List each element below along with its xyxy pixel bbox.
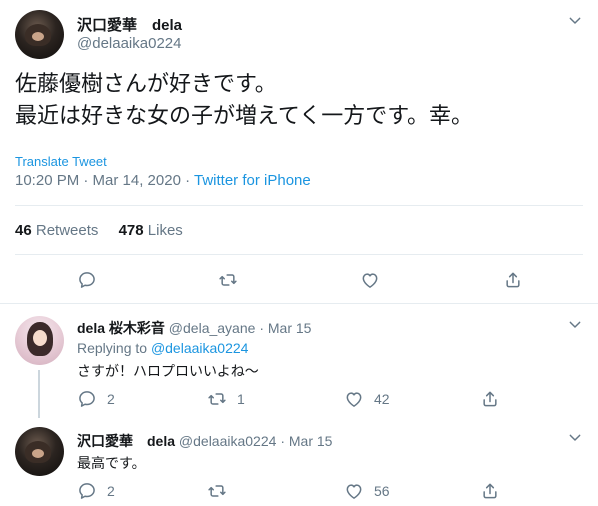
retweets-label: Retweets: [35, 222, 99, 239]
like-icon: [344, 481, 364, 501]
tweet-source[interactable]: Twitter for iPhone: [194, 172, 311, 189]
reply-button[interactable]: 2: [77, 481, 115, 501]
engagement-stats: 46 Retweets 478 Likes: [15, 222, 183, 239]
reply-text: 最高です。: [77, 455, 146, 471]
reply-count: 2: [107, 483, 115, 499]
reply-header: dela 桜木彩音 @dela_ayane · Mar 15: [77, 318, 311, 338]
like-button[interactable]: 56: [344, 481, 390, 501]
share-icon: [480, 481, 500, 501]
share-button[interactable]: [480, 481, 500, 501]
retweet-count: 1: [237, 391, 245, 407]
retweet-icon: [218, 270, 238, 290]
reply-display-name[interactable]: dela 桜木彩音: [77, 320, 165, 336]
meta-separator: ·: [259, 320, 264, 336]
author-display-name[interactable]: 沢口愛華 dela: [77, 14, 182, 35]
share-icon: [503, 270, 523, 290]
reply-avatar[interactable]: [15, 427, 64, 476]
reply-handle[interactable]: @delaaika0224: [179, 433, 277, 449]
meta-separator: ·: [180, 172, 194, 189]
replying-to: Replying to @delaaika0224: [77, 340, 248, 356]
likes-label: Likes: [147, 222, 183, 239]
chevron-down-icon[interactable]: [567, 430, 583, 446]
divider: [15, 254, 583, 255]
reply-icon: [77, 481, 97, 501]
reply-avatar[interactable]: [15, 316, 64, 365]
like-icon: [344, 389, 364, 409]
tweet-timestamp-line: 10:20 PM · Mar 14, 2020 · Twitter for iP…: [15, 172, 311, 189]
divider: [15, 205, 583, 206]
author-avatar[interactable]: [15, 10, 64, 59]
replying-to-handle[interactable]: @delaaika0224: [151, 340, 249, 356]
likes-stat[interactable]: 478 Likes: [119, 222, 183, 239]
reply-handle[interactable]: @dela_ayane: [169, 320, 256, 336]
reply-date[interactable]: Mar 15: [289, 433, 333, 449]
like-icon: [360, 270, 380, 290]
retweet-icon: [207, 481, 227, 501]
share-icon: [480, 389, 500, 409]
reply-icon: [77, 389, 97, 409]
share-button[interactable]: [503, 270, 523, 290]
reply-button[interactable]: 2: [77, 389, 115, 409]
chevron-down-icon[interactable]: [567, 13, 583, 29]
retweet-button[interactable]: [207, 481, 237, 501]
share-button[interactable]: [480, 389, 500, 409]
replying-to-prefix: Replying to: [77, 340, 148, 356]
reply-button[interactable]: [77, 270, 97, 290]
retweets-count: 46: [15, 222, 32, 239]
translate-tweet-link[interactable]: Translate Tweet: [15, 154, 107, 169]
tweet-text-line-1: 佐藤優樹さんが好きです。: [15, 71, 277, 96]
chevron-down-icon[interactable]: [567, 317, 583, 333]
tweet-timestamp[interactable]: 10:20 PM · Mar 14, 2020: [15, 172, 181, 189]
reply-text: さすが！ハロプロいいよね〜: [77, 363, 259, 379]
retweet-icon: [207, 389, 227, 409]
retweet-button[interactable]: 1: [207, 389, 245, 409]
meta-separator: ·: [280, 433, 285, 449]
reply-header: 沢口愛華 dela @delaaika0224 · Mar 15: [77, 431, 332, 451]
reply-count: 2: [107, 391, 115, 407]
reply-icon: [77, 270, 97, 290]
like-count: 42: [374, 391, 390, 407]
like-count: 56: [374, 483, 390, 499]
divider: [0, 303, 598, 304]
likes-count: 478: [118, 222, 144, 239]
like-button[interactable]: [360, 270, 380, 290]
retweet-button[interactable]: [218, 270, 238, 290]
reply-date[interactable]: Mar 15: [268, 320, 312, 336]
author-handle[interactable]: @delaaika0224: [77, 35, 181, 52]
retweets-stat[interactable]: 46 Retweets: [15, 222, 98, 239]
tweet-text-line-2: 最近は好きな女の子が増えてく一方です。幸。: [15, 103, 474, 128]
like-button[interactable]: 42: [344, 389, 390, 409]
reply-display-name[interactable]: 沢口愛華 dela: [77, 433, 175, 449]
thread-connector: [38, 370, 40, 418]
